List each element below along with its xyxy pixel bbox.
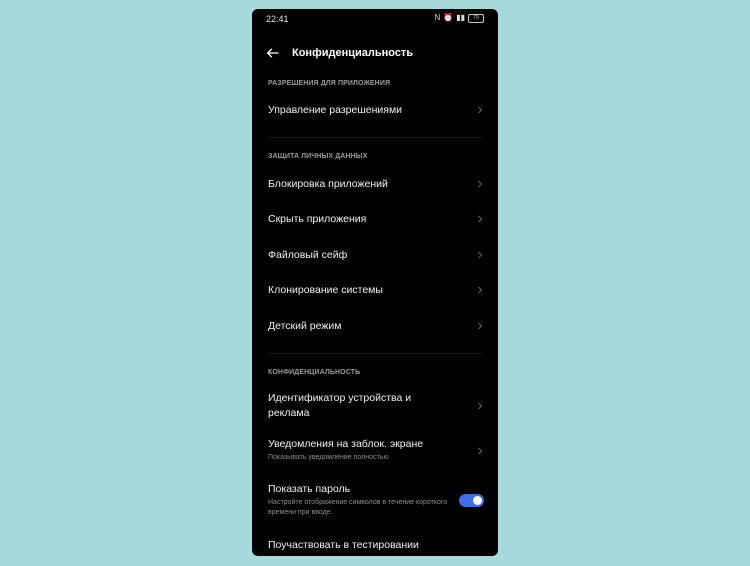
menu-item-device-id[interactable]: Идентификатор устройства и реклама bbox=[268, 391, 484, 421]
menu-item-system-clone[interactable]: Клонирование системы bbox=[268, 283, 484, 298]
menu-item-label: Показать пароль bbox=[268, 483, 351, 495]
menu-item-file-safe[interactable]: Файловый сейф bbox=[268, 248, 484, 263]
menu-item-label: Файловый сейф bbox=[268, 249, 348, 261]
menu-item-subtitle: Показывать уведомление полностью bbox=[268, 454, 389, 461]
show-password-toggle[interactable] bbox=[459, 494, 484, 507]
menu-item-hide-apps[interactable]: Скрыть приложения bbox=[268, 212, 484, 227]
chevron-right-icon bbox=[478, 402, 483, 410]
chevron-right-icon bbox=[478, 447, 483, 455]
menu-item-label: Скрыть приложения bbox=[268, 213, 367, 225]
divider bbox=[268, 137, 482, 138]
battery-icon: 79 bbox=[468, 13, 484, 23]
section-privacy: КОНФИДЕНЦИАЛЬНОСТЬ bbox=[268, 369, 361, 376]
nfc-icon: N bbox=[434, 13, 441, 22]
phone-screen: 22:41 N ⏰ ▮▮ 79 Конфиденциальность РАЗРЕ… bbox=[252, 9, 498, 556]
status-bar: 22:41 N ⏰ ▮▮ 79 bbox=[252, 9, 498, 31]
status-time: 22:41 bbox=[266, 14, 289, 24]
menu-item-label: Клонирование системы bbox=[268, 284, 383, 296]
back-arrow-icon[interactable] bbox=[266, 46, 280, 60]
header: Конфиденциальность bbox=[266, 45, 413, 61]
section-app-permissions: РАЗРЕШЕНИЯ ДЛЯ ПРИЛОЖЕНИЯ bbox=[268, 80, 391, 87]
chevron-right-icon bbox=[478, 106, 483, 114]
menu-item-lockscreen-notifications[interactable]: Уведомления на заблок. экране Показывать… bbox=[268, 437, 484, 463]
menu-item-label: Детский режим bbox=[268, 320, 342, 332]
menu-item-label: Поучаствовать в тестировании bbox=[268, 539, 419, 551]
toggle-knob bbox=[473, 496, 482, 505]
menu-item-beta-testing[interactable]: Поучаствовать в тестировании bbox=[268, 538, 484, 553]
menu-item-permissions[interactable]: Управление разрешениями bbox=[268, 103, 484, 118]
menu-item-app-lock[interactable]: Блокировка приложений bbox=[268, 177, 484, 192]
chevron-right-icon bbox=[478, 322, 483, 330]
divider bbox=[268, 353, 482, 354]
chevron-right-icon bbox=[478, 215, 483, 223]
menu-item-label: Управление разрешениями bbox=[268, 104, 403, 116]
section-data-protection: ЗАЩИТА ЛИЧНЫХ ДАННЫХ bbox=[268, 153, 368, 160]
menu-item-label: Идентификатор устройства и реклама bbox=[268, 392, 412, 419]
menu-item-show-password[interactable]: Показать пароль Настройте отображение си… bbox=[268, 482, 484, 518]
menu-item-kids-mode[interactable]: Детский режим bbox=[268, 319, 484, 334]
menu-item-label: Блокировка приложений bbox=[268, 178, 388, 190]
status-icons: N ⏰ ▮▮ 79 bbox=[434, 13, 484, 23]
menu-item-label: Уведомления на заблок. экране bbox=[268, 438, 424, 450]
chevron-right-icon bbox=[478, 286, 483, 294]
alarm-icon: ⏰ bbox=[443, 13, 454, 22]
signal-icon: ▮▮ bbox=[456, 13, 465, 22]
page-title: Конфиденциальность bbox=[292, 47, 414, 59]
chevron-right-icon bbox=[478, 180, 483, 188]
menu-item-subtitle: Настройте отображение символов в течение… bbox=[268, 499, 448, 516]
chevron-right-icon bbox=[478, 251, 483, 259]
